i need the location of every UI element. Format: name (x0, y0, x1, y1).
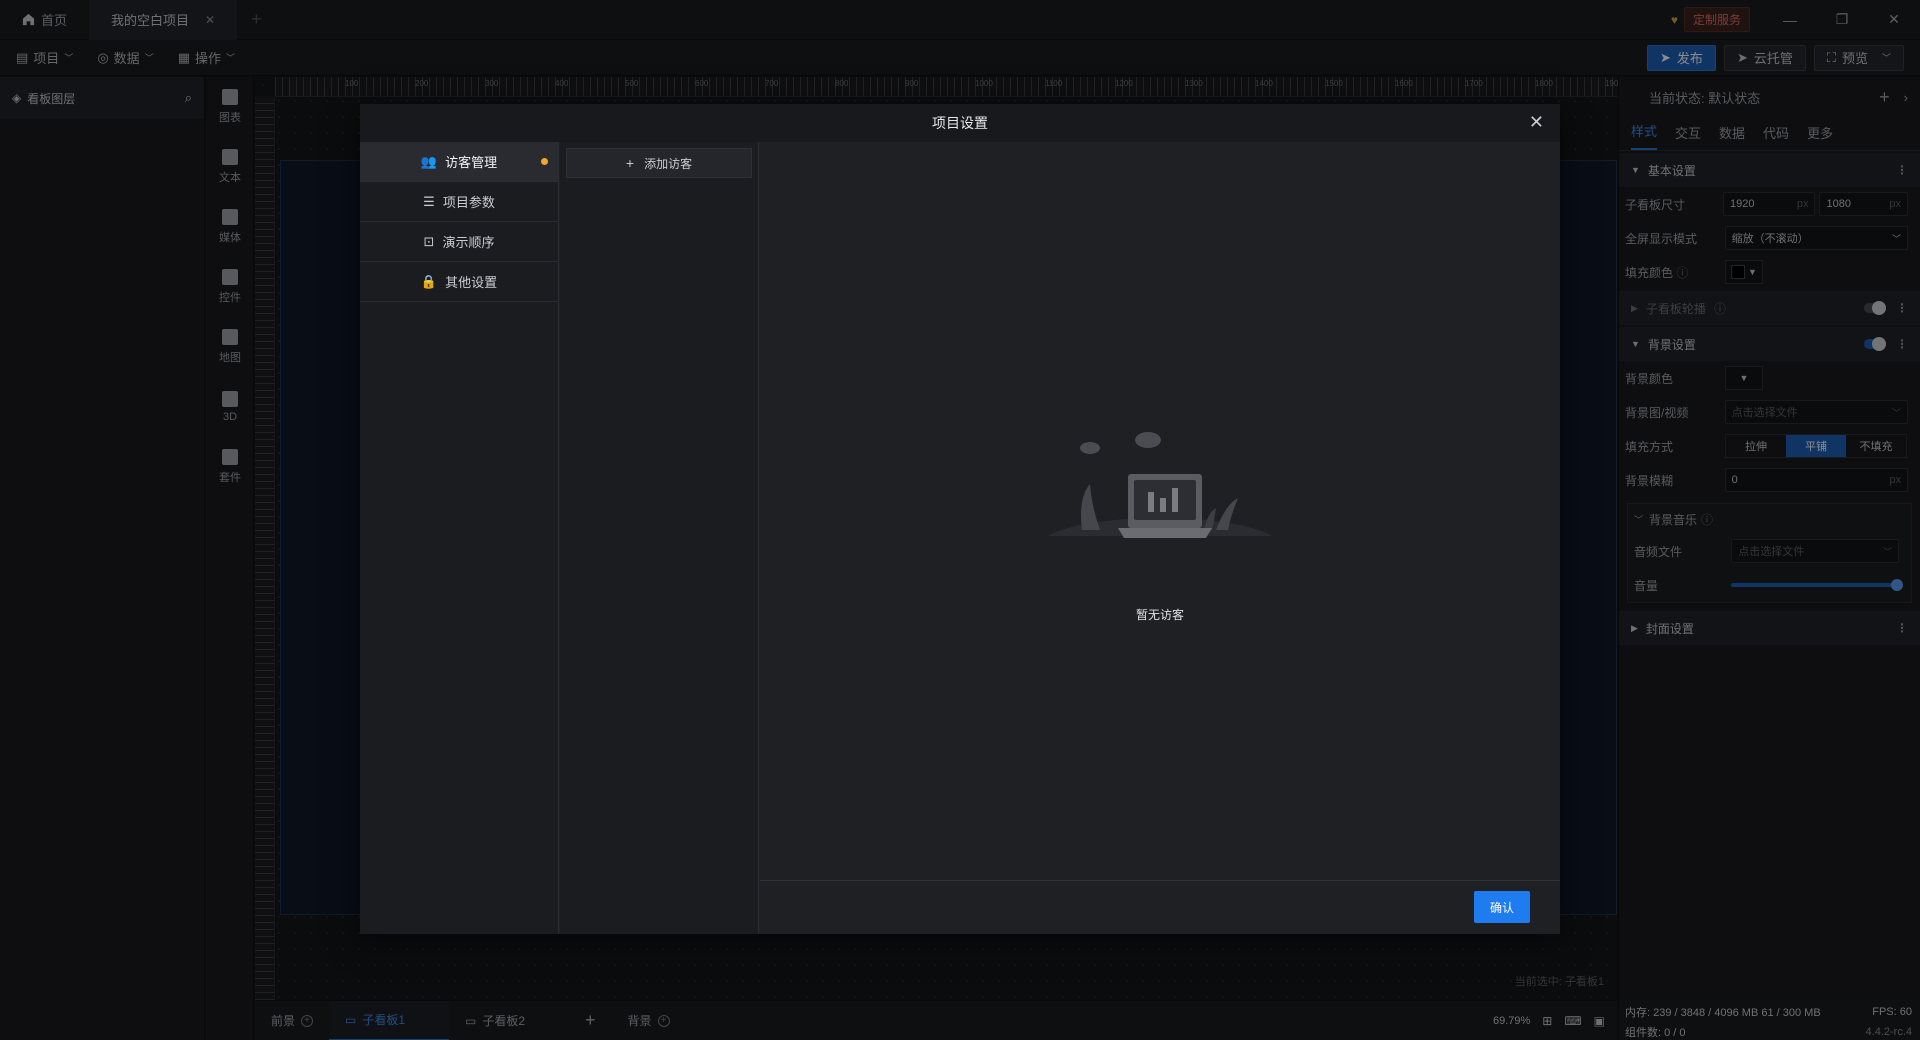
nav-visitor-management[interactable]: 👥 访客管理 (360, 142, 558, 182)
nav-presentation-order[interactable]: ⊡ 演示顺序 (360, 222, 558, 262)
confirm-button[interactable]: 确认 (1474, 891, 1530, 923)
empty-illustration-icon (1040, 432, 1280, 558)
nav-label: 项目参数 (442, 195, 495, 210)
lock-icon: 🔒 (420, 273, 438, 289)
visitor-list: + 添加访客 (560, 142, 759, 934)
dialog-nav: 👥 访客管理 ☰ 项目参数 ⊡ 演示顺序 🔒 其他设置 (360, 142, 559, 934)
close-icon[interactable]: ✕ (1529, 112, 1544, 133)
plus-icon: + (625, 155, 635, 171)
nav-project-params[interactable]: ☰ 项目参数 (360, 182, 558, 222)
visitors-icon: 👥 (420, 153, 438, 169)
notice-dot (541, 158, 548, 165)
add-visitor-label: 添加访客 (644, 156, 693, 171)
visitor-content: 暂无访客 (760, 142, 1560, 880)
nav-label: 访客管理 (445, 155, 498, 170)
add-visitor-button[interactable]: + 添加访客 (566, 148, 752, 178)
empty-state-text: 暂无访客 (1135, 608, 1184, 622)
nav-label: 其他设置 (445, 275, 498, 290)
project-settings-dialog: 项目设置 ✕ 👥 访客管理 ☰ 项目参数 ⊡ 演示顺序 🔒 其他设置 + 添加访… (360, 104, 1560, 934)
nav-other-settings[interactable]: 🔒 其他设置 (360, 262, 558, 302)
presentation-icon: ⊡ (423, 233, 435, 249)
dialog-footer: 确认 (760, 880, 1560, 934)
dialog-header: 项目设置 ✕ (360, 104, 1560, 142)
dialog-title: 项目设置 (932, 115, 988, 131)
sliders-icon: ☰ (423, 193, 435, 209)
nav-label: 演示顺序 (442, 235, 495, 250)
